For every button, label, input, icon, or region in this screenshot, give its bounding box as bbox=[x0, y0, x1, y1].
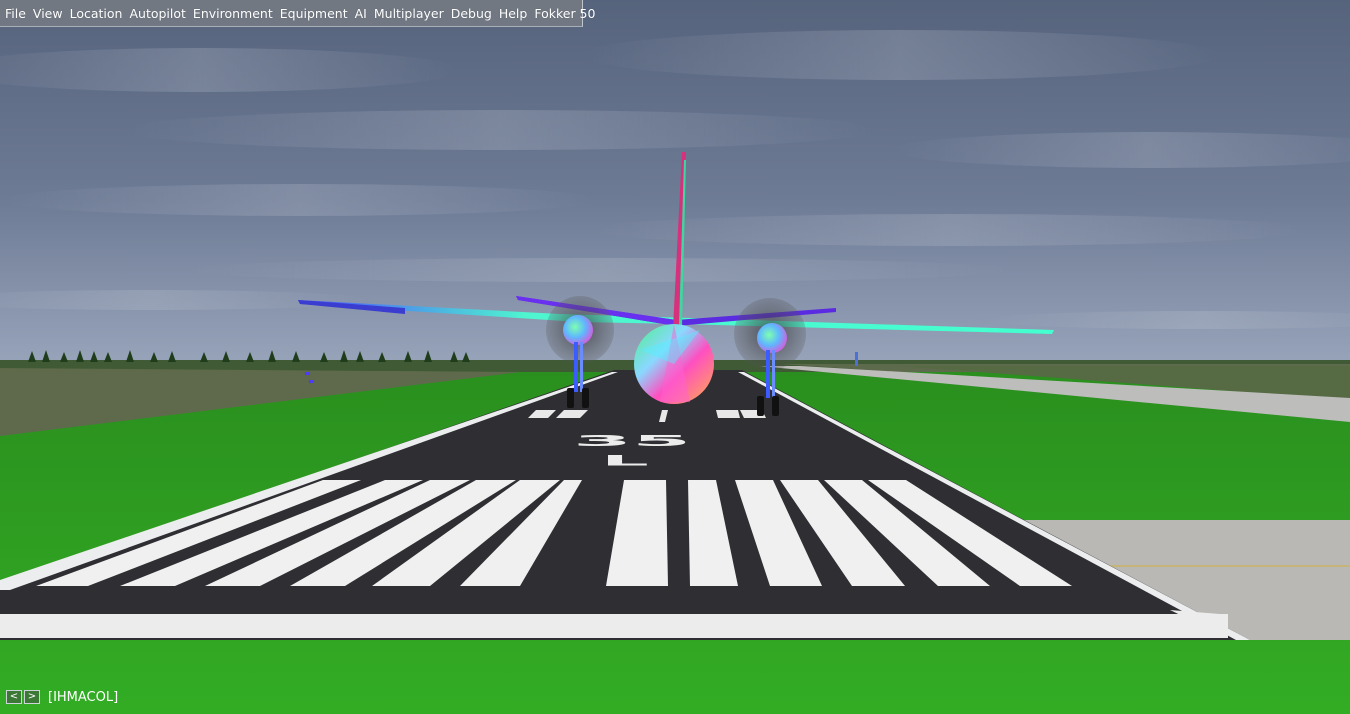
runway-designator: L bbox=[601, 452, 649, 469]
menu-multiplayer[interactable]: Multiplayer bbox=[371, 6, 448, 21]
nacelle-right bbox=[757, 323, 787, 353]
menu-ai[interactable]: AI bbox=[352, 6, 371, 21]
menu-help[interactable]: Help bbox=[496, 6, 532, 21]
menu-location[interactable]: Location bbox=[67, 6, 127, 21]
status-bar: < > [IHMACOL] bbox=[6, 688, 118, 706]
flight-scene: 35 L bbox=[0, 0, 1350, 714]
menu-debug[interactable]: Debug bbox=[448, 6, 496, 21]
runway-threshold-bar bbox=[0, 614, 1228, 638]
nacelle-left bbox=[563, 315, 593, 345]
menu-autopilot[interactable]: Autopilot bbox=[126, 6, 189, 21]
menu-file[interactable]: File bbox=[2, 6, 30, 21]
callsign-label: [IHMACOL] bbox=[48, 689, 119, 705]
menu-aircraft-fokker-50[interactable]: Fokker 50 bbox=[531, 6, 599, 21]
runway-light-pole bbox=[855, 352, 858, 366]
menu-environment[interactable]: Environment bbox=[190, 6, 277, 21]
menu-bar: File View Location Autopilot Environment… bbox=[0, 0, 595, 27]
menu-view[interactable]: View bbox=[30, 6, 67, 21]
menu-equipment[interactable]: Equipment bbox=[277, 6, 352, 21]
previous-button[interactable]: < bbox=[6, 690, 22, 704]
next-button[interactable]: > bbox=[24, 690, 40, 704]
runway-number: 35 bbox=[573, 432, 691, 450]
